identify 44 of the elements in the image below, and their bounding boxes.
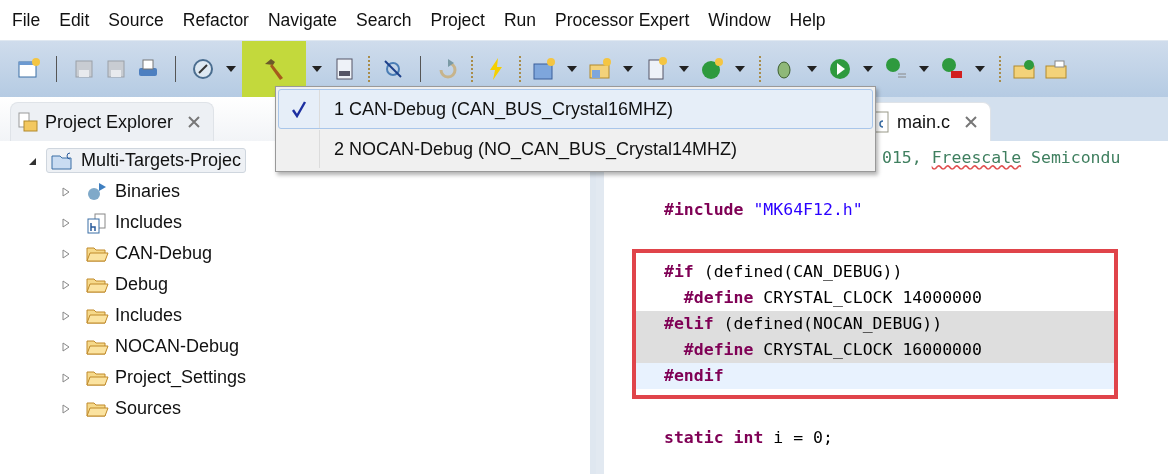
menu-item[interactable]: Edit <box>59 9 90 31</box>
dropdown-caret-icon[interactable] <box>735 66 745 72</box>
menu-item[interactable]: 1 CAN-Debug (CAN_BUS_Crystal16MHZ) <box>278 89 873 129</box>
dropdown-caret-icon[interactable] <box>975 66 985 72</box>
project-explorer-tab[interactable]: Project Explorer <box>10 102 215 141</box>
menu-item[interactable]: Window <box>708 9 771 31</box>
close-icon[interactable] <box>187 115 202 129</box>
header-files-icon <box>85 211 109 234</box>
tree-item[interactable]: CAN-Debug <box>80 241 218 266</box>
dropdown-caret-icon[interactable] <box>312 66 322 72</box>
tree-item[interactable]: Sources <box>80 396 187 421</box>
tree-item[interactable]: Debug <box>80 272 174 297</box>
code-line: #include "MK64F12.h" <box>663 199 864 221</box>
menu-item[interactable]: File <box>12 9 41 31</box>
menu-item[interactable]: Source <box>108 9 164 31</box>
tree-item[interactable]: Binaries <box>80 178 186 205</box>
run-icon[interactable] <box>827 56 853 82</box>
project-explorer-icon <box>17 111 39 133</box>
tree-item[interactable]: Includes <box>80 303 188 328</box>
dropdown-caret-icon[interactable] <box>863 66 873 72</box>
code-line: #define CRYSTAL_CLOCK 14000000 <box>682 287 983 309</box>
tree-item[interactable]: Includes <box>80 209 188 236</box>
view-title: Project Explorer <box>45 111 174 133</box>
project-folder-icon <box>51 150 75 171</box>
dropdown-caret-icon[interactable] <box>226 66 236 72</box>
menu-item[interactable]: Help <box>789 9 826 31</box>
tree-item[interactable]: Project_Settings <box>80 365 252 390</box>
menu-item[interactable]: Navigate <box>267 9 338 31</box>
tree-item[interactable]: NOCAN-Debug <box>80 334 245 359</box>
tree-item[interactable]: Multi-Targets-Projec <box>46 148 247 173</box>
dropdown-caret-icon[interactable] <box>807 66 817 72</box>
menu-item[interactable]: Search <box>356 9 412 31</box>
code-line: #if (defined(CAN_DEBUG)) <box>663 261 904 283</box>
menu-item[interactable]: Processor Expert <box>555 9 690 31</box>
menu-item[interactable]: Run <box>503 9 537 31</box>
build-button[interactable] <box>242 41 306 97</box>
dropdown-caret-icon[interactable] <box>623 66 633 72</box>
close-icon[interactable] <box>964 115 978 129</box>
dropdown-caret-icon[interactable] <box>919 66 929 72</box>
dropdown-caret-icon[interactable] <box>679 66 689 72</box>
menu-item[interactable]: Refactor <box>182 9 249 31</box>
menu-item[interactable]: Project <box>430 9 485 31</box>
code-line: static int i = 0; <box>663 427 834 449</box>
dropdown-caret-icon[interactable] <box>567 66 577 72</box>
